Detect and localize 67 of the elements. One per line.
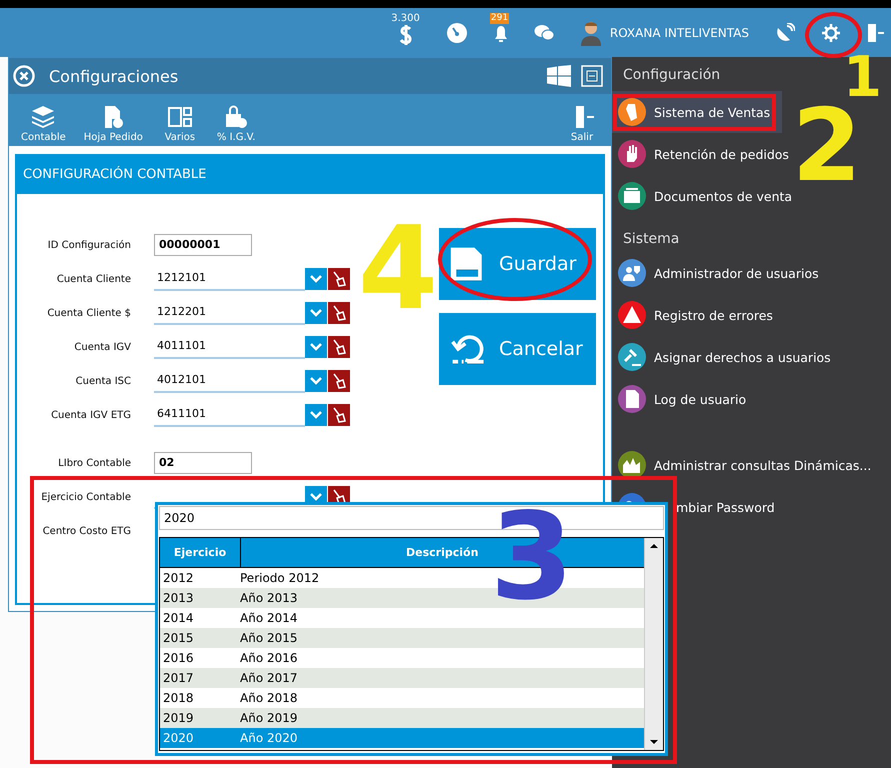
toolbar-button[interactable]: Salir xyxy=(557,105,607,143)
close-icon[interactable] xyxy=(13,65,35,87)
menu-item[interactable]: Asignar derechos a usuarios xyxy=(612,336,843,378)
clear-button[interactable] xyxy=(328,404,350,426)
input-field[interactable]: 02 xyxy=(154,452,252,474)
clear-button[interactable] xyxy=(328,302,350,324)
table-row[interactable]: 2016 Año 2016 xyxy=(160,648,644,668)
field-label: ID Configuración xyxy=(46,240,131,250)
field-label: Cuenta Cliente $ xyxy=(46,308,131,318)
chevron-down-icon xyxy=(309,308,323,318)
menu-item[interactable]: Log de usuario xyxy=(612,378,758,420)
menu-section-title: Sistema xyxy=(623,231,680,247)
toolbar-button[interactable]: % I.G.V. xyxy=(210,105,262,143)
menu-item[interactable]: Registro de errores xyxy=(612,294,785,336)
menu-item[interactable]: Administrar consultas Dinámicas... xyxy=(612,444,884,486)
balance-amount: 3.300 xyxy=(391,13,420,24)
table-row[interactable]: 2017 Año 2017 xyxy=(160,668,644,688)
field-label: Centro Costo ETG xyxy=(42,526,131,536)
table-row[interactable]: 2019 Año 2019 xyxy=(160,708,644,728)
dollar-icon[interactable] xyxy=(398,24,414,46)
field-label: Cuenta IGV ETG xyxy=(50,410,131,420)
clear-button[interactable] xyxy=(328,268,350,290)
table-row[interactable]: 2018 Año 2018 xyxy=(160,688,644,708)
scrollbar[interactable] xyxy=(644,538,663,750)
field-label: Cuenta IGV xyxy=(73,342,131,352)
field-label: Cuenta Cliente xyxy=(56,274,131,284)
avatar-icon xyxy=(580,20,602,46)
broom-icon xyxy=(332,339,346,355)
user-name[interactable]: ROXANA INTELIVENTAS xyxy=(610,26,749,40)
chevron-down-icon xyxy=(309,376,323,386)
gauge-icon[interactable] xyxy=(446,22,468,44)
panels-icon xyxy=(166,105,193,129)
chevron-down-icon xyxy=(309,342,323,352)
toolbar-button[interactable]: Contable xyxy=(15,105,72,143)
broom-icon xyxy=(332,373,346,389)
clear-button[interactable] xyxy=(328,336,350,358)
toolbar-button[interactable]: Hoja Pedido xyxy=(78,105,149,143)
exit-door-icon[interactable] xyxy=(867,22,885,42)
table-row[interactable]: 2014 Año 2014 xyxy=(160,608,644,628)
broom-icon xyxy=(332,305,346,321)
chevron-down-icon xyxy=(309,274,323,284)
scroll-up-icon[interactable] xyxy=(648,542,660,550)
scroll-down-icon[interactable] xyxy=(648,738,660,746)
clear-button[interactable] xyxy=(328,370,350,392)
chat-icon[interactable] xyxy=(534,24,554,42)
field-label: Ejercicio Contable xyxy=(40,492,131,502)
section-title: CONFIGURACIÓN CONTABLE xyxy=(23,166,206,182)
annotation-number: 4 xyxy=(358,212,438,327)
input-field[interactable]: 00000001 xyxy=(154,234,252,256)
window-title: Configuraciones xyxy=(49,66,178,86)
bag-icon xyxy=(223,105,250,129)
bell-icon[interactable] xyxy=(494,24,508,42)
table-row[interactable]: 2015 Año 2015 xyxy=(160,628,644,648)
broom-icon xyxy=(332,407,346,423)
minimize-icon[interactable] xyxy=(581,65,603,87)
notification-badge: 291 xyxy=(490,12,510,24)
toolbar-button[interactable]: Varios xyxy=(154,105,205,143)
chevron-down-icon xyxy=(309,410,323,420)
layers-icon xyxy=(30,105,56,129)
menu-section-title: Configuración xyxy=(623,67,720,83)
satellite-icon[interactable] xyxy=(775,22,795,42)
windows-logo-icon[interactable] xyxy=(547,65,571,87)
menu-item[interactable]: Administrador de usuarios xyxy=(612,252,831,294)
settings-icon[interactable] xyxy=(821,22,841,42)
broom-icon xyxy=(332,271,346,287)
field-label: Cuenta ISC xyxy=(74,376,131,386)
field-label: LIbro Contable xyxy=(57,458,131,468)
